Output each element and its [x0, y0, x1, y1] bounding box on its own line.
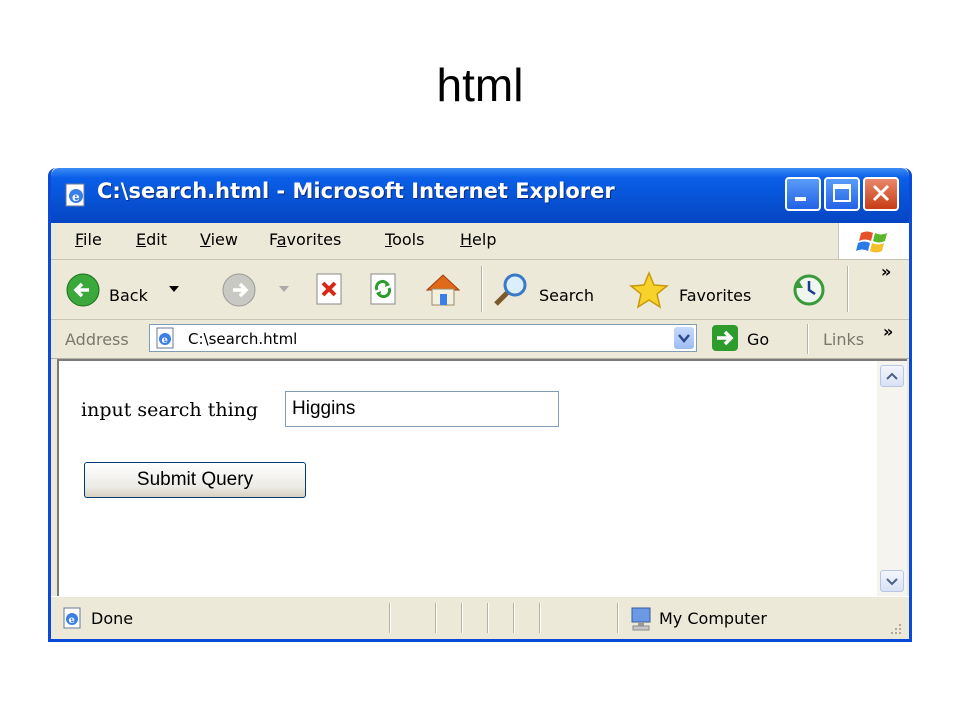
minimize-button[interactable]	[785, 177, 821, 211]
stop-icon[interactable]	[313, 272, 345, 306]
status-divider	[617, 603, 619, 633]
search-icon	[494, 273, 527, 306]
status-divider	[539, 603, 541, 633]
status-divider	[389, 603, 391, 633]
vertical-scrollbar[interactable]	[877, 359, 907, 598]
windows-logo	[838, 223, 909, 259]
status-divider	[435, 603, 437, 633]
search-button[interactable]: Search	[491, 268, 615, 310]
menu-rest: elp	[472, 230, 497, 249]
maximize-icon	[833, 184, 851, 202]
search-label: Search	[539, 286, 594, 305]
toolbar-separator	[847, 266, 849, 312]
browser-window: e C:\search.html - Microsoft Internet Ex…	[48, 168, 912, 642]
go-label: Go	[747, 330, 770, 349]
menu-edit[interactable]: Edit	[136, 230, 167, 249]
chevron-down-icon	[886, 578, 898, 586]
links-label[interactable]: Links	[823, 330, 864, 349]
address-bar: Address e C:\search.html Go Links »	[51, 320, 909, 359]
page-content: input search thing Submit Query	[57, 359, 879, 596]
back-icon	[66, 273, 100, 307]
home-icon[interactable]	[423, 270, 463, 308]
back-label: Back	[109, 286, 148, 305]
back-dropdown-icon[interactable]	[169, 286, 179, 294]
history-icon[interactable]	[789, 270, 829, 310]
favorites-label: Favorites	[679, 286, 752, 305]
menu-rest: dit	[146, 230, 167, 249]
search-field-label: input search thing	[81, 399, 259, 421]
menu-accel: T	[385, 230, 393, 249]
search-input[interactable]	[285, 391, 559, 427]
menu-rest: vorites	[286, 230, 342, 249]
menu-accel: a	[276, 230, 287, 249]
menu-tools[interactable]: Tools	[385, 230, 424, 249]
close-button[interactable]	[863, 177, 899, 211]
scroll-down-button[interactable]	[880, 570, 904, 592]
close-icon	[872, 184, 890, 202]
maximize-button[interactable]	[824, 177, 860, 211]
menu-accel: H	[460, 230, 473, 249]
title-bar[interactable]: e C:\search.html - Microsoft Internet Ex…	[51, 168, 909, 223]
scroll-up-button[interactable]	[880, 365, 904, 387]
forward-icon	[222, 273, 256, 307]
links-overflow-chevron[interactable]: »	[883, 322, 893, 341]
address-field[interactable]: e C:\search.html	[149, 324, 697, 352]
chevron-down-icon	[678, 334, 690, 343]
menu-rest: ools	[392, 230, 425, 249]
status-text: Done	[91, 609, 134, 628]
status-divider	[513, 603, 515, 633]
zone-label: My Computer	[659, 609, 767, 628]
resize-grip-icon[interactable]	[889, 622, 903, 636]
favorites-icon	[629, 271, 669, 309]
forward-button[interactable]	[221, 268, 291, 310]
minimize-icon	[795, 197, 806, 201]
menu-favorites[interactable]: Favorites	[269, 230, 341, 249]
go-button[interactable]: Go	[711, 324, 791, 352]
windows-flag-icon	[856, 231, 887, 253]
refresh-icon[interactable]	[367, 272, 399, 306]
status-bar: e Done My Computer	[51, 596, 909, 639]
toolbar-separator	[481, 266, 483, 312]
status-divider	[461, 603, 463, 633]
svg-text:e: e	[72, 190, 80, 204]
toolbar-overflow-chevron[interactable]: »	[881, 262, 891, 281]
menu-rest: iew	[210, 230, 238, 249]
status-divider	[487, 603, 489, 633]
favorites-button[interactable]: Favorites	[627, 268, 777, 310]
forward-dropdown-icon[interactable]	[279, 286, 289, 294]
chevron-up-icon	[886, 372, 898, 380]
page-icon: e	[156, 327, 174, 349]
ie-page-icon: e	[63, 607, 81, 629]
window-title: C:\search.html - Microsoft Internet Expl…	[97, 179, 615, 203]
ie-page-icon: e	[65, 183, 85, 207]
slide-title: html	[436, 59, 524, 111]
submit-query-button[interactable]: Submit Query	[84, 462, 306, 498]
go-arrow-icon	[712, 325, 738, 351]
back-button[interactable]: Back	[65, 268, 187, 310]
address-url: C:\search.html	[188, 330, 298, 348]
address-separator	[807, 324, 809, 354]
svg-text:e: e	[162, 335, 168, 346]
menu-pre: F	[269, 230, 277, 249]
standard-toolbar: Back Search Favorites »	[51, 260, 909, 320]
menu-rest: ile	[83, 230, 102, 249]
menu-help[interactable]: Help	[460, 230, 496, 249]
menu-accel: E	[136, 230, 147, 249]
menu-file[interactable]: File	[75, 230, 102, 249]
computer-zone-icon	[631, 607, 651, 631]
svg-text:e: e	[69, 615, 75, 626]
address-dropdown-button[interactable]	[674, 327, 694, 349]
menu-accel: V	[200, 230, 211, 249]
address-label: Address	[65, 330, 129, 349]
menu-accel: F	[75, 230, 84, 249]
menu-bar: File Edit View Favorites Tools Help	[51, 223, 909, 260]
menu-view[interactable]: View	[200, 230, 238, 249]
